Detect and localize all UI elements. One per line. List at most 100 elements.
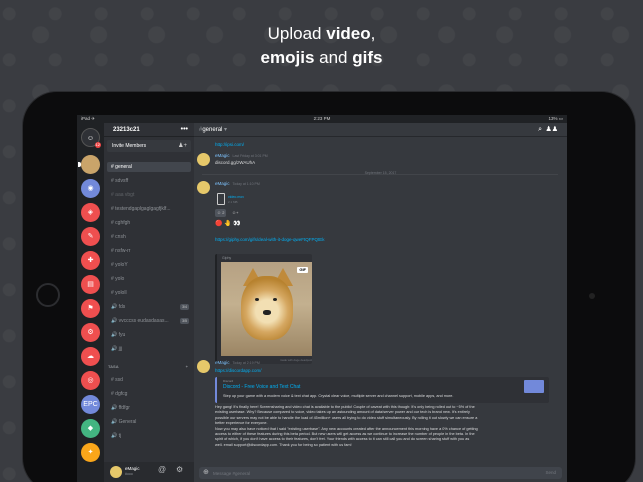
username: eMagic (125, 466, 140, 471)
avatar[interactable] (197, 360, 210, 373)
voice-channel-item[interactable]: 🔊 vvcccss eudasdasas... 3/5 (107, 316, 191, 326)
gif-embed[interactable]: Giphy GIF made with doge deadpool (215, 254, 312, 364)
search-icon[interactable]: ⌕ (538, 123, 542, 137)
status-bar: iPad ✈ 2:23 PM 13% ▭ (77, 115, 567, 123)
channel-item[interactable]: # nsfw-rr (107, 246, 191, 256)
channel-sidebar: 23213c21 ••• Invite Members ♟+ # general… (104, 123, 194, 482)
channel-item[interactable]: # cnsh (107, 232, 191, 242)
channel-item[interactable]: # testendgaplgaglgagfjklf... (107, 204, 191, 214)
home-button (36, 283, 60, 307)
avatar[interactable] (197, 153, 210, 166)
server-icon-red-1[interactable]: ✎ (81, 227, 100, 246)
voice-channel-item[interactable]: 🔊 jjj (107, 344, 191, 354)
app-screen: iPad ✈ 2:23 PM 13% ▭ ☺ 12 ◉ ◈ ✎ ✚ ▤ ⚑ ⚙ ☁… (77, 115, 567, 482)
message-timestamp: Today at 1:10 PM (232, 182, 260, 186)
channel-item[interactable]: # aaa vbgt (107, 190, 191, 200)
user-status: #ooo (125, 472, 133, 476)
message-link[interactable]: http://ipsi.com/ (215, 142, 244, 147)
message-author[interactable]: eMagic Today at 1:10 PM (215, 181, 260, 186)
voice-channel-item[interactable]: 🔊 General (107, 417, 191, 427)
message-input[interactable] (213, 467, 513, 479)
server-icon-red-5[interactable]: ⚙ (81, 323, 100, 342)
channel-item[interactable]: # dgfcg (107, 389, 191, 399)
doge-eye (273, 298, 277, 301)
members-icon[interactable]: ♟♟ (545, 123, 558, 137)
server-icon-blue[interactable]: ◉ (81, 179, 100, 198)
voice-channel-item[interactable]: 🔊 ffdfgr (107, 403, 191, 413)
server-icon-red-3[interactable]: ▤ (81, 275, 100, 294)
channel-general[interactable]: # general (107, 162, 191, 172)
doge-nose (263, 310, 271, 315)
channel-item[interactable]: # sdvsff (107, 176, 191, 186)
more-icon[interactable]: ••• (181, 123, 188, 137)
active-indicator (78, 162, 81, 167)
channel-item[interactable]: # yolo (107, 274, 191, 284)
camera-dot (589, 293, 595, 299)
server-icon-discord[interactable]: ◈ (81, 203, 100, 222)
file-name[interactable]: video.mov (228, 195, 244, 199)
gif-link[interactable]: https://giphy.com/gifs/deal-with-it-doge… (215, 237, 324, 242)
voice-channel-item[interactable]: 🔊 tj (107, 431, 191, 441)
channel-item[interactable]: # yoloY (107, 260, 191, 270)
invite-members-button[interactable]: Invite Members ♟+ (107, 140, 191, 152)
attach-icon[interactable]: ⊕ (203, 467, 209, 479)
chat-panel: #general ▾ ⌕ ♟♟ http://ipsi.com/ eMagic L… (194, 123, 567, 482)
add-channel-icon[interactable]: + (186, 363, 188, 371)
channel-item[interactable]: # cghfgh (107, 218, 191, 228)
avatar[interactable] (110, 466, 122, 478)
message-body: Hey gang! It's finally here! Screenshari… (215, 405, 478, 447)
server-name[interactable]: 23213c21 ••• (104, 123, 194, 137)
server-icon-red-4[interactable]: ⚑ (81, 299, 100, 318)
channel-title[interactable]: general (202, 127, 222, 133)
message-input-bar: ⊕ Send (199, 467, 562, 479)
status-battery: 13% ▭ (548, 116, 563, 121)
site-link[interactable]: https://discordapp.com/ (215, 368, 262, 373)
server-icon-green[interactable]: ◆ (81, 419, 100, 438)
server-list: ☺ 12 ◉ ◈ ✎ ✚ ▤ ⚑ ⚙ ☁ ◎ EPC ◆ ✦ (77, 123, 104, 482)
embed-description: Step up your game with a modern voice & … (223, 394, 454, 398)
server-icon-red-2[interactable]: ✚ (81, 251, 100, 270)
file-icon (217, 193, 225, 205)
add-user-icon: ♟+ (178, 143, 187, 149)
channel-item[interactable]: # yololl (107, 288, 191, 298)
message-text: discord.gg/zWAUhA (215, 160, 256, 165)
date-divider: September 15, 2017 (364, 171, 397, 175)
message-timestamp: Today at 2:19 PM (232, 361, 260, 365)
voice-channel-item[interactable]: 🔊 fyu (107, 330, 191, 340)
user-panel: eMagic #ooo @ ⚙ (104, 462, 194, 482)
send-button[interactable]: Send (545, 467, 556, 479)
embed-provider: Giphy (222, 256, 232, 260)
embed-title[interactable]: Discord - Free Voice and Text Chat (223, 384, 300, 390)
gear-icon[interactable]: ⚙ (176, 465, 183, 474)
doge-gif-image[interactable]: GIF (221, 262, 312, 356)
file-size: 2.1 MB (228, 200, 238, 204)
promo-headline: Upload video, emojis and gifs (260, 24, 383, 67)
message-author[interactable]: eMagic Last Friday at 3:01 PM (215, 153, 268, 158)
server-icon-orange[interactable]: ✦ (81, 443, 100, 462)
server-icon-doge[interactable] (78, 155, 100, 174)
add-reaction-icon[interactable]: ☺+ (230, 209, 240, 217)
user-count: 3/5 (180, 318, 189, 324)
reaction-button[interactable]: ☺ 2 (215, 209, 227, 217)
embed-thumbnail (524, 380, 544, 393)
message-author[interactable]: eMagic Today at 2:19 PM (215, 360, 260, 365)
mention-icon[interactable]: @ (158, 465, 166, 474)
server-icon-epc[interactable]: EPC (81, 395, 100, 414)
server-icon-red-7[interactable]: ◎ (81, 371, 100, 390)
user-count: 3/4 (180, 304, 189, 310)
avatar[interactable] (197, 181, 210, 194)
channel-item[interactable]: # ssd (107, 375, 191, 385)
unread-badge: 12 (94, 142, 101, 148)
emoji-row: 🔴 🤚 👀 (215, 221, 241, 227)
chat-header: #general ▾ ⌕ ♟♟ (194, 123, 567, 137)
gif-badge: GIF (297, 267, 308, 273)
chevron-down-icon[interactable]: ▾ (224, 127, 227, 133)
link-embed[interactable]: Discord Discord - Free Voice and Text Ch… (215, 377, 549, 403)
server-icon-red-6[interactable]: ☁ (81, 347, 100, 366)
category-header[interactable]: TASA + (108, 363, 190, 371)
doge-eye (255, 298, 259, 301)
doge-head (241, 276, 293, 340)
embed-provider: Discord (223, 379, 234, 383)
voice-channel-item[interactable]: 🔊 fds 3/4 (107, 302, 191, 312)
home-icon[interactable]: ☺ 12 (81, 128, 101, 148)
